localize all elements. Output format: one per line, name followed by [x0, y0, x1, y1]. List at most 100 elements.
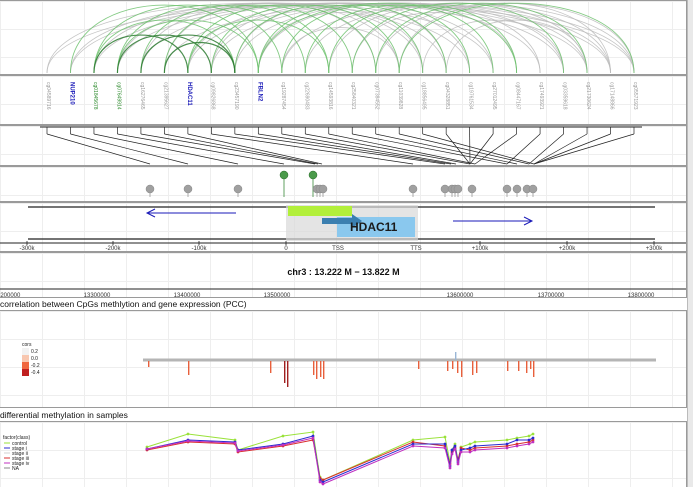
methylation-point: [448, 466, 452, 470]
axis-tick-label: 13700000: [538, 293, 565, 298]
connector-line: [187, 133, 323, 165]
correlation-bar: [518, 361, 520, 371]
methylation-point: [281, 443, 285, 447]
cpg-label: cg04328851: [444, 82, 450, 110]
methylation-point: [505, 438, 509, 442]
lollipop-track: [0, 166, 687, 202]
correlation-bar: [323, 361, 325, 379]
methylation-point: [443, 435, 447, 439]
lollipop-head: [318, 184, 328, 194]
cpg-label: cg04589716: [45, 82, 51, 110]
probe-labels: cg04589716 NUP210 cg01845678 cg07649914 cg16…: [45, 82, 638, 110]
lollipop-head: [279, 170, 289, 180]
methylation-point: [236, 449, 240, 453]
cpg-label: cg03359618: [562, 82, 568, 110]
axis-tick-label: 13600000: [447, 293, 474, 298]
exon-block: [288, 206, 352, 216]
correlation-bar: [472, 361, 474, 375]
methylation-point: [473, 448, 477, 452]
methylation-track: factor(class) control stage i stage ii stage…: [0, 421, 687, 487]
correlation-bar: [457, 361, 459, 373]
legend-value: 0.0: [31, 356, 38, 362]
methylation-point: [527, 438, 531, 442]
correlation-bar: [284, 361, 286, 383]
cpg-label: cg01845678: [92, 82, 98, 110]
cpg-label: cg25840321: [350, 82, 356, 110]
methylation-plot: factor(class)controlstage istage iistage…: [3, 430, 535, 486]
arc-plot: [46, 2, 635, 74]
correlation-bar: [452, 361, 454, 369]
cpg-label: cg05571923: [632, 82, 638, 110]
correlation-bar: [320, 361, 322, 377]
methylation-point: [531, 432, 535, 436]
cpg-label: cg21730624: [585, 82, 591, 110]
methylation-point: [233, 441, 237, 445]
methylation-point: [281, 434, 285, 438]
correlation-bar: [455, 352, 457, 360]
window-scrollbar[interactable]: [687, 0, 693, 487]
gene-label: NUP210: [68, 82, 74, 105]
methylation-point: [453, 444, 457, 448]
legend-swatch: [22, 348, 29, 355]
methylation-point: [186, 432, 190, 436]
methylation-point: [531, 440, 535, 444]
chromosome-track: chr3 : 13.222 M − 13.822 M 1320000013300…: [0, 252, 687, 298]
methylation-point: [450, 452, 454, 456]
correlation-bar: [476, 361, 478, 373]
connector-track: [0, 125, 687, 166]
methylation-point: [459, 450, 463, 454]
cpg-label: cg16276465: [139, 82, 145, 110]
axis-tick-label: 13200000: [0, 293, 21, 298]
cpg-label: cg22690483: [303, 82, 309, 110]
cpg-label: cg27012495: [491, 82, 497, 110]
legend-entry: NA: [12, 466, 20, 472]
connector-line: [422, 133, 535, 165]
lollipop-markers: [145, 170, 538, 197]
correlation-bar: [507, 361, 509, 371]
correlation-bar: [533, 361, 535, 377]
connector-line: [533, 133, 588, 165]
connector-line: [46, 133, 151, 165]
correlation-bar: [148, 361, 150, 367]
correlation-bar: [287, 361, 289, 387]
methylation-point: [453, 447, 457, 451]
methylation-section-title: differential methylation in samples: [0, 410, 128, 420]
cpg-label: cg11039828: [397, 82, 403, 109]
methylation-point: [321, 482, 325, 486]
interaction-arc-track: [0, 0, 687, 75]
methylation-point: [411, 444, 415, 448]
axis-tick-label: 13400000: [174, 293, 201, 298]
methylation-point: [527, 442, 531, 446]
lollipop-head: [467, 184, 477, 194]
axis-tick-label: 13300000: [84, 293, 111, 298]
lollipop-head: [512, 184, 522, 194]
correlation-bar: [461, 361, 463, 377]
interaction-arc: [46, 2, 471, 74]
correlation-bar: [316, 361, 318, 379]
lollipop-head: [528, 184, 538, 194]
methylation-point: [311, 430, 315, 434]
methylation-point: [311, 436, 315, 440]
cpg-label: cg23457190: [233, 82, 239, 110]
lollipop-head: [408, 184, 418, 194]
methylation-point: [468, 442, 472, 446]
legend-value: -0.4: [31, 370, 40, 376]
methylation-point: [186, 439, 190, 443]
cpg-label: cg19287454: [280, 82, 286, 110]
methylation-point: [443, 442, 447, 446]
gene-label: HDAC11: [186, 82, 192, 106]
methylation-point: [473, 440, 477, 444]
legend-swatch: [22, 362, 29, 369]
legend-value: -0.2: [31, 363, 40, 369]
correlation-bar: [313, 361, 315, 375]
lollipop-head: [233, 184, 243, 194]
cpg-label: cg14593816: [327, 82, 333, 110]
lollipop-head: [183, 184, 193, 194]
cpg-label: cg17493921: [538, 82, 544, 110]
gene-model-track: HDAC11 -300k -200k -100k 0 +100k +200k +300k TSS…: [0, 202, 687, 252]
correlation-bar: [530, 361, 532, 369]
gene-label: FBLN2: [256, 82, 262, 102]
correlation-bar: [526, 361, 528, 373]
connector-line: [328, 133, 476, 165]
methylation-point: [473, 444, 477, 448]
